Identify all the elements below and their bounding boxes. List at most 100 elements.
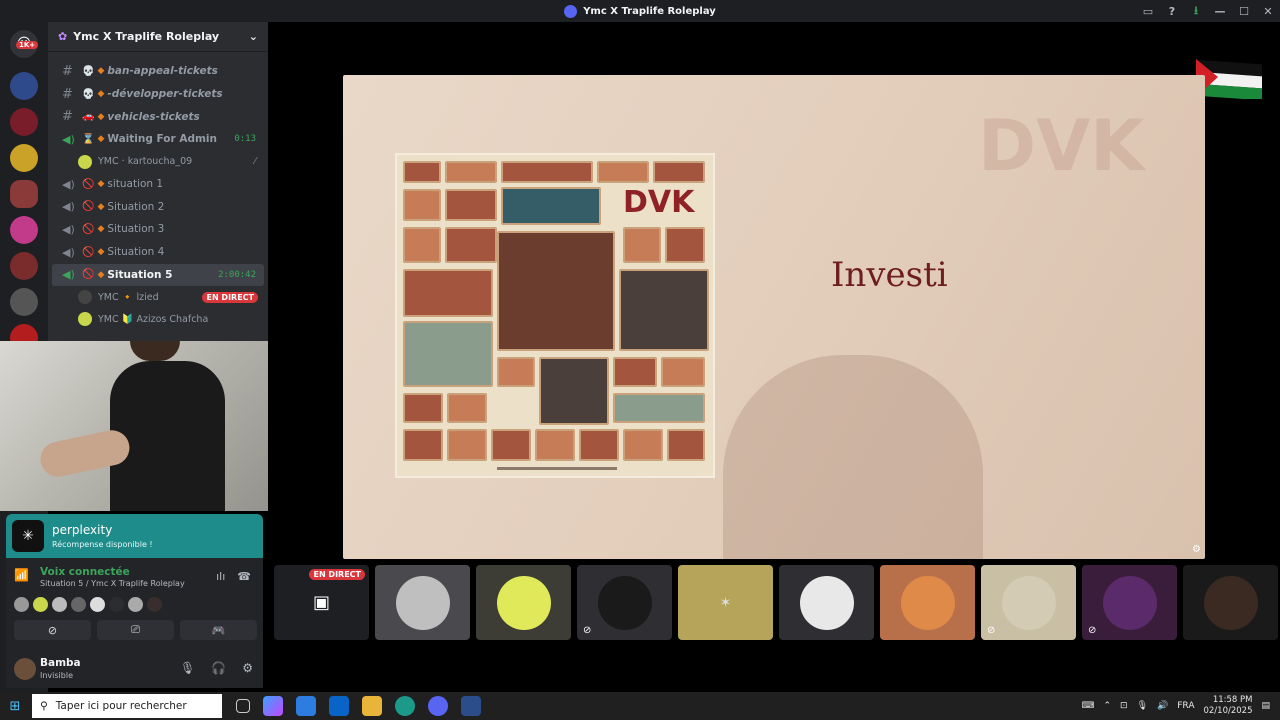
participant-tile[interactable] [1183, 565, 1278, 640]
task-view-icon[interactable] [236, 699, 250, 713]
microphone-icon[interactable]: 🎙 [1137, 701, 1148, 711]
avatar [395, 575, 450, 630]
notification-badge: 1K+ [16, 41, 39, 49]
stream-settings-icon[interactable]: ⚙ [1192, 544, 1201, 555]
channel-situation-4[interactable]: ◀) 🚫 ◆ Situation 4 [52, 241, 264, 264]
network-icon[interactable]: ⊡ [1120, 701, 1128, 711]
participant-tile[interactable] [476, 565, 571, 640]
channel-label: vehicles-tickets [107, 110, 200, 123]
keyboard-icon[interactable]: ⌨ [1082, 701, 1095, 711]
channel-situation-1[interactable]: ◀) 🚫 ◆ situation 1 [52, 173, 264, 196]
server-icon[interactable] [10, 72, 38, 100]
voice-user-name: YMC 🔸 lzied [98, 291, 159, 303]
voice-user[interactable]: YMC 🔰 Azizos Chafcha [48, 308, 268, 330]
participant-tile[interactable] [779, 565, 874, 640]
avatar [78, 290, 92, 305]
microphone-icon[interactable]: 🎙 [180, 661, 195, 675]
inbox-icon[interactable]: ▭ [1136, 5, 1160, 18]
channel-vehicles-tickets[interactable]: # 🚗 ◆ vehicles-tickets [52, 105, 264, 128]
clock-time: 11:58 PM [1212, 695, 1253, 705]
headphones-icon[interactable]: 🎧 [211, 661, 226, 675]
copilot-icon[interactable] [263, 696, 283, 716]
language-indicator[interactable]: FRA [1177, 701, 1194, 711]
channel-developper-tickets[interactable]: # 💀 ◆ -développer-tickets [52, 83, 264, 106]
window-title: Ymc X Traplife Roleplay [583, 5, 716, 17]
discord-icon[interactable] [428, 696, 448, 716]
chevron-up-icon[interactable]: ⌃ [1104, 701, 1112, 711]
server-icon[interactable] [10, 216, 38, 244]
avatar [78, 312, 92, 327]
username[interactable]: Bamba [40, 657, 81, 669]
help-icon[interactable]: ? [1160, 5, 1184, 18]
no-entry-icon: 🚫 [82, 223, 95, 235]
participant-tile[interactable]: ⊘ [577, 565, 672, 640]
store-icon[interactable] [296, 696, 316, 716]
edge-icon[interactable] [395, 696, 415, 716]
active-app-icon[interactable] [461, 696, 481, 716]
participant-tile[interactable] [880, 565, 975, 640]
voice-status[interactable]: Voix connectée [40, 566, 130, 578]
minimize-button[interactable]: — [1208, 5, 1232, 18]
maximize-button[interactable]: ☐ [1232, 5, 1256, 18]
windows-start-icon[interactable]: ⊞ [0, 699, 30, 714]
share-screen-button[interactable]: ⎚ [97, 620, 174, 640]
camera-off-button[interactable]: ⊘ [14, 620, 91, 640]
voice-connection-panel: 📶 Voix connectée Situation 5 / Ymc X Tra… [6, 558, 263, 650]
poster-tile [613, 393, 705, 423]
diamond-icon: ◆ [97, 134, 105, 145]
server-icon[interactable] [10, 252, 38, 280]
signal-icon[interactable]: 📶 [14, 568, 29, 582]
server-icon[interactable] [10, 108, 38, 136]
taskbar-search[interactable]: ⚲ Taper ici pour rechercher [32, 694, 222, 718]
diamond-icon: ◆ [97, 66, 105, 77]
avatar: ✶ [719, 594, 732, 611]
poster-portrait [497, 231, 615, 351]
no-entry-icon: 🚫 [82, 246, 95, 258]
live-badge: EN DIRECT [202, 291, 258, 303]
channel-waiting-for-admin[interactable]: ◀) ⌛ ◆ Waiting For Admin 0:13 [52, 128, 264, 151]
volume-icon[interactable]: 🔊 [1157, 701, 1168, 711]
activities-button[interactable]: 🎮 [180, 620, 257, 640]
poster-tile [653, 161, 705, 183]
close-button[interactable]: ✕ [1256, 5, 1280, 18]
guild-header[interactable]: ✿ Ymc X Traplife Roleplay ⌄ [48, 22, 268, 52]
chevron-down-icon[interactable]: ⌄ [249, 30, 258, 43]
speaker-icon: ◀) [62, 132, 75, 146]
poster-tile [447, 429, 487, 461]
clock[interactable]: 11:58 PM 02/10/2025 [1203, 695, 1252, 717]
participant-tile[interactable] [375, 565, 470, 640]
participant-tile[interactable]: ⊘ [1082, 565, 1177, 640]
channel-ban-appeal-tickets[interactable]: # 💀 ◆ ban-appeal-tickets [52, 60, 264, 83]
promo-banner[interactable]: ✳ perplexity Récompense disponible ! [6, 514, 263, 558]
outlook-icon[interactable] [329, 696, 349, 716]
channel-situation-3[interactable]: ◀) 🚫 ◆ Situation 3 [52, 218, 264, 241]
avatar [147, 597, 162, 612]
poster-title: DVK [623, 185, 695, 220]
channel-situation-2[interactable]: ◀) 🚫 ◆ Situation 2 [52, 195, 264, 218]
disconnect-icon[interactable]: ☎ [237, 570, 251, 583]
download-icon[interactable]: ⭳ [1184, 2, 1208, 21]
no-entry-icon: 🚫 [82, 269, 95, 281]
speaker-icon: ◀) [62, 245, 75, 259]
file-explorer-icon[interactable] [362, 696, 382, 716]
poster-tile [535, 429, 575, 461]
gear-icon[interactable]: ⚙ [242, 661, 253, 675]
avatar [14, 597, 29, 612]
participant-tile[interactable]: ▣ EN DIRECT [274, 565, 369, 640]
screen-share-stream[interactable]: DVK DVK Investi ⚙ [343, 75, 1205, 559]
voice-user[interactable]: YMC · kartoucha_09 ⁄ [48, 151, 268, 173]
notification-icon[interactable]: ▤ [1261, 701, 1270, 711]
server-icon[interactable] [10, 288, 38, 316]
participant-tile[interactable]: ✶ [678, 565, 773, 640]
poster-tile [403, 269, 493, 317]
voice-channel-path[interactable]: Situation 5 / Ymc X Traplife Roleplay [40, 579, 185, 588]
soundboard-icon[interactable]: ılı [216, 570, 225, 583]
avatar[interactable] [14, 658, 36, 680]
channel-situation-5[interactable]: ◀) 🚫 ◆ Situation 5 2:00:42 [52, 263, 264, 287]
voice-user[interactable]: YMC 🔸 lzied EN DIRECT [48, 286, 268, 308]
avatar [78, 154, 92, 169]
server-icon-active[interactable] [10, 180, 38, 208]
diamond-icon: ◆ [97, 269, 105, 280]
server-icon[interactable] [10, 144, 38, 172]
participant-tile[interactable]: ⊘ [981, 565, 1076, 640]
